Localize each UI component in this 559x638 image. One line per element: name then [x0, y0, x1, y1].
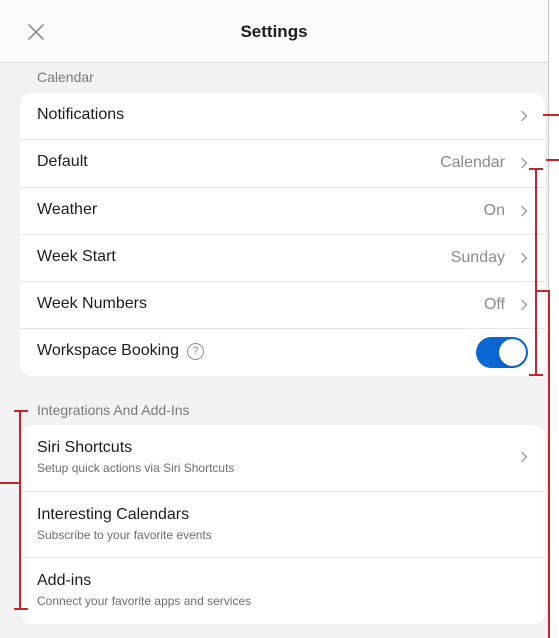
chevron-right-icon [521, 252, 528, 264]
help-circle-icon[interactable]: ? [187, 343, 204, 361]
row-subtitle: Subscribe to your favorite events [37, 527, 212, 542]
row-interesting-calendars[interactable]: Interesting Calendars Subscribe to your … [20, 492, 545, 559]
row-label: Workspace Booking? [37, 342, 204, 361]
annotation-bracket [535, 168, 537, 376]
row-value: On [483, 201, 505, 219]
row-label: Add-ins [37, 572, 92, 590]
row-label: Interesting Calendars [37, 505, 190, 523]
chevron-right-icon [521, 157, 528, 169]
row-label: Default [37, 153, 88, 171]
row-value: Sunday [450, 248, 505, 266]
chevron-right-icon [521, 299, 528, 311]
annotation-line [548, 290, 550, 638]
annotation-bracket [14, 608, 28, 610]
row-value: Off [483, 296, 505, 314]
page-title: Settings [240, 22, 308, 41]
row-notifications[interactable]: Notifications [20, 93, 545, 141]
row-label: Notifications [37, 106, 125, 123]
annotation-line [546, 159, 559, 161]
chevron-right-icon [521, 451, 528, 463]
row-siri-shortcuts[interactable]: Siri Shortcuts Setup quick actions via S… [20, 425, 545, 492]
row-label: Weather [37, 200, 98, 218]
annotation-bracket [529, 374, 543, 376]
annotation-bracket [14, 410, 28, 412]
workspace-booking-label: Workspace Booking [37, 342, 179, 360]
row-week-numbers[interactable]: Week Numbers Off [20, 282, 545, 330]
annotation-line [543, 114, 559, 116]
workspace-booking-toggle[interactable] [476, 337, 528, 369]
row-subtitle: Connect your favorite apps and services [37, 594, 252, 609]
row-subtitle: Setup quick actions via Siri Shortcuts [37, 461, 235, 475]
row-weather[interactable]: Weather On [20, 188, 545, 235]
row-label: Week Numbers [37, 295, 147, 313]
top-bar: Settings [0, 0, 548, 63]
row-workspace-booking: Workspace Booking? [20, 329, 545, 375]
toggle-knob [499, 339, 526, 367]
integrations-card: Siri Shortcuts Setup quick actions via S… [20, 425, 545, 624]
row-label: Week Start [37, 247, 116, 265]
row-default[interactable]: Default Calendar [20, 140, 545, 188]
section-header-integrations: Integrations And Add-Ins [37, 402, 190, 418]
row-value: Calendar [440, 154, 505, 172]
row-week-start[interactable]: Week Start Sunday [20, 235, 545, 283]
chevron-right-icon [521, 110, 528, 122]
chevron-right-icon [521, 205, 528, 217]
annotation-bracket [529, 168, 543, 170]
section-header-calendar: Calendar [37, 69, 94, 85]
calendar-settings-card: Notifications Default Calendar Weather O… [20, 93, 545, 376]
row-add-ins[interactable]: Add-ins Connect your favorite apps and s… [20, 558, 545, 624]
annotation-line [0, 482, 19, 484]
row-label: Siri Shortcuts [37, 439, 133, 456]
annotation-bracket [19, 410, 21, 610]
settings-panel: Settings Calendar Notifications Default … [0, 0, 549, 638]
